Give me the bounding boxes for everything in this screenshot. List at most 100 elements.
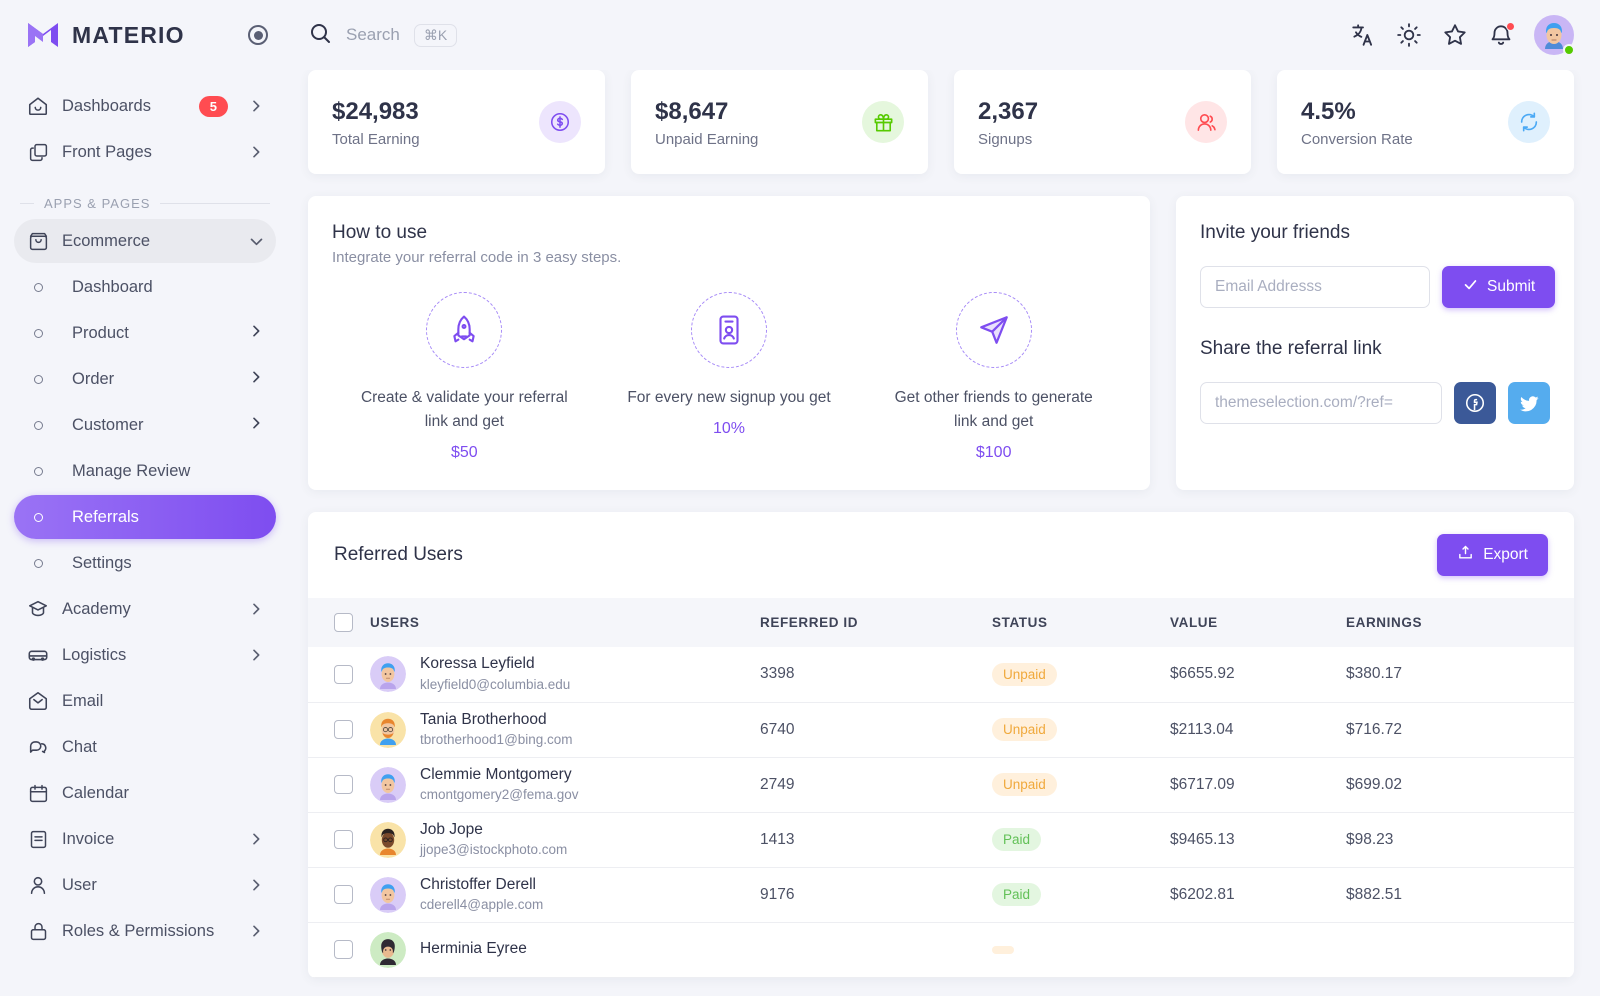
stat-value: 2,367 [978, 97, 1039, 125]
sidebar-item-chat[interactable]: Chat [14, 725, 276, 769]
referral-link-input[interactable] [1200, 382, 1442, 424]
sidebar-item-logistics[interactable]: Logistics [14, 633, 276, 677]
send-icon [955, 292, 1032, 368]
email-field[interactable] [1200, 266, 1430, 308]
sidebar-item-user[interactable]: User [14, 863, 276, 907]
user-email: tbrotherhood1@bing.com [420, 731, 573, 747]
sidebar-collapse-toggle[interactable] [248, 25, 268, 45]
earnings-amount: $699.02 [1346, 775, 1403, 793]
card-title: How to use [332, 222, 428, 243]
sidebar-item-settings[interactable]: Settings [14, 541, 276, 585]
user-cell: Job Jope jjope3@istockphoto.com [370, 820, 760, 860]
stat-value: 4.5% [1301, 97, 1356, 125]
avatar [370, 711, 406, 748]
export-label: Export [1483, 546, 1528, 564]
row-checkbox[interactable] [334, 830, 353, 850]
table-row[interactable]: Clemmie Montgomery cmontgomery2@fema.gov… [308, 757, 1574, 813]
step-text: Create & validate your referral link and… [360, 389, 568, 431]
sidebar-item-roles-permissions[interactable]: Roles & Permissions [14, 909, 276, 953]
circle-dot-icon [26, 374, 50, 384]
rocket-icon [426, 292, 503, 368]
upload-icon [1457, 544, 1474, 566]
invoice-icon [26, 827, 50, 851]
star-icon[interactable] [1442, 22, 1468, 48]
sidebar-item-label: User [62, 875, 97, 894]
sidebar-item-invoice[interactable]: Invoice [14, 817, 276, 861]
table-row[interactable]: Christoffer Derell cderell4@apple.com 91… [308, 867, 1574, 923]
sidebar: MATERIO Dashboards 5 Front Pages APPS & … [0, 0, 290, 996]
row-checkbox[interactable] [334, 664, 353, 684]
status-badge: Paid [992, 883, 1042, 907]
row-checkbox[interactable] [334, 720, 353, 740]
sidebar-item-calendar[interactable]: Calendar [14, 771, 276, 815]
section-label-apps-pages: APPS & PAGES [20, 196, 270, 211]
user-name: Tania Brotherhood [420, 710, 547, 728]
referred-users-table: USERS REFERRED ID STATUS VALUE EARNINGS [308, 598, 1574, 978]
earnings-amount: $882.51 [1346, 885, 1403, 903]
stat-cards: $24,983 Total Earning $8,647 Unpaid Earn… [308, 70, 1574, 174]
dashboards-badge: 5 [198, 95, 228, 117]
sidebar-item-product[interactable]: Product [14, 311, 276, 355]
person-icon [26, 873, 50, 897]
avatar[interactable] [1534, 15, 1575, 56]
sidebar-item-order[interactable]: Order [14, 357, 276, 401]
referred-id: 3398 [760, 665, 795, 683]
column-referred-id: REFERRED ID [760, 615, 859, 631]
sidebar-item-front-pages[interactable]: Front Pages [14, 130, 276, 174]
sidebar-item-label: Manage Review [72, 461, 191, 480]
sidebar-item-academy[interactable]: Academy [14, 587, 276, 631]
earnings-amount: $98.23 [1346, 830, 1394, 848]
twitter-icon[interactable] [1508, 382, 1550, 424]
notification-dot [1506, 22, 1515, 31]
invite-email-row: Submit [1200, 266, 1556, 308]
table-row[interactable]: Koressa Leyfield kleyfield0@columbia.edu… [308, 647, 1574, 703]
copy-icon [26, 140, 50, 164]
sidebar-item-email[interactable]: Email [14, 679, 276, 723]
chevron-right-icon [248, 98, 264, 114]
refresh-icon [1508, 101, 1550, 143]
value-amount: $6717.09 [1170, 775, 1235, 793]
facebook-icon[interactable] [1454, 382, 1496, 424]
export-button[interactable]: Export [1437, 534, 1548, 577]
sidebar-item-ecommerce[interactable]: Ecommerce [14, 219, 276, 263]
circle-dot-icon [26, 282, 50, 292]
row-checkbox[interactable] [334, 775, 353, 795]
search-input[interactable]: Search ⌘K [308, 21, 1336, 50]
stat-card-conversion-rate: 4.5% Conversion Rate [1277, 70, 1574, 174]
step-amount: $100 [975, 444, 1012, 462]
user-email: kleyfield0@columbia.edu [420, 676, 571, 692]
chevron-right-icon [248, 323, 264, 344]
table-row[interactable]: Tania Brotherhood tbrotherhood1@bing.com… [308, 702, 1574, 758]
select-all-checkbox[interactable] [334, 613, 353, 633]
chevron-right-icon [248, 923, 264, 939]
value-amount: $6202.81 [1170, 885, 1235, 903]
calendar-icon [26, 781, 50, 805]
id-card-icon [691, 292, 767, 368]
user-cell: Herminia Eyree [370, 931, 760, 968]
sidebar-item-manage-review[interactable]: Manage Review [14, 449, 276, 493]
how-to-use-card: How to use Integrate your referral code … [308, 196, 1150, 491]
sidebar-item-dashboards[interactable]: Dashboards 5 [14, 84, 276, 128]
circle-dot-icon [26, 466, 50, 476]
row-checkbox[interactable] [334, 885, 353, 905]
submit-button[interactable]: Submit [1442, 266, 1556, 308]
bell-icon[interactable] [1488, 22, 1515, 48]
sidebar-item-dashboard[interactable]: Dashboard [14, 265, 276, 309]
status-badge: Unpaid [992, 662, 1057, 686]
sidebar-item-label: Email [62, 691, 104, 710]
sidebar-item-referrals[interactable]: Referrals [14, 495, 276, 539]
table-row[interactable]: Herminia Eyree [308, 922, 1574, 978]
dollar-circle-icon [539, 101, 581, 143]
column-earnings: EARNINGS [1346, 615, 1423, 631]
user-email: cmontgomery2@fema.gov [420, 786, 579, 802]
sun-icon[interactable] [1396, 22, 1422, 48]
referred-id: 9176 [760, 885, 795, 903]
materio-m-logo-icon [26, 20, 60, 50]
table-row[interactable]: Job Jope jjope3@istockphoto.com 1413 Pai… [308, 812, 1574, 868]
chevron-right-icon [248, 647, 264, 663]
sidebar-item-customer[interactable]: Customer [14, 403, 276, 447]
row-checkbox[interactable] [334, 940, 353, 960]
user-name: Clemmie Montgomery [420, 765, 572, 783]
sidebar-item-label: Dashboard [72, 277, 153, 296]
translate-icon[interactable] [1350, 22, 1376, 48]
